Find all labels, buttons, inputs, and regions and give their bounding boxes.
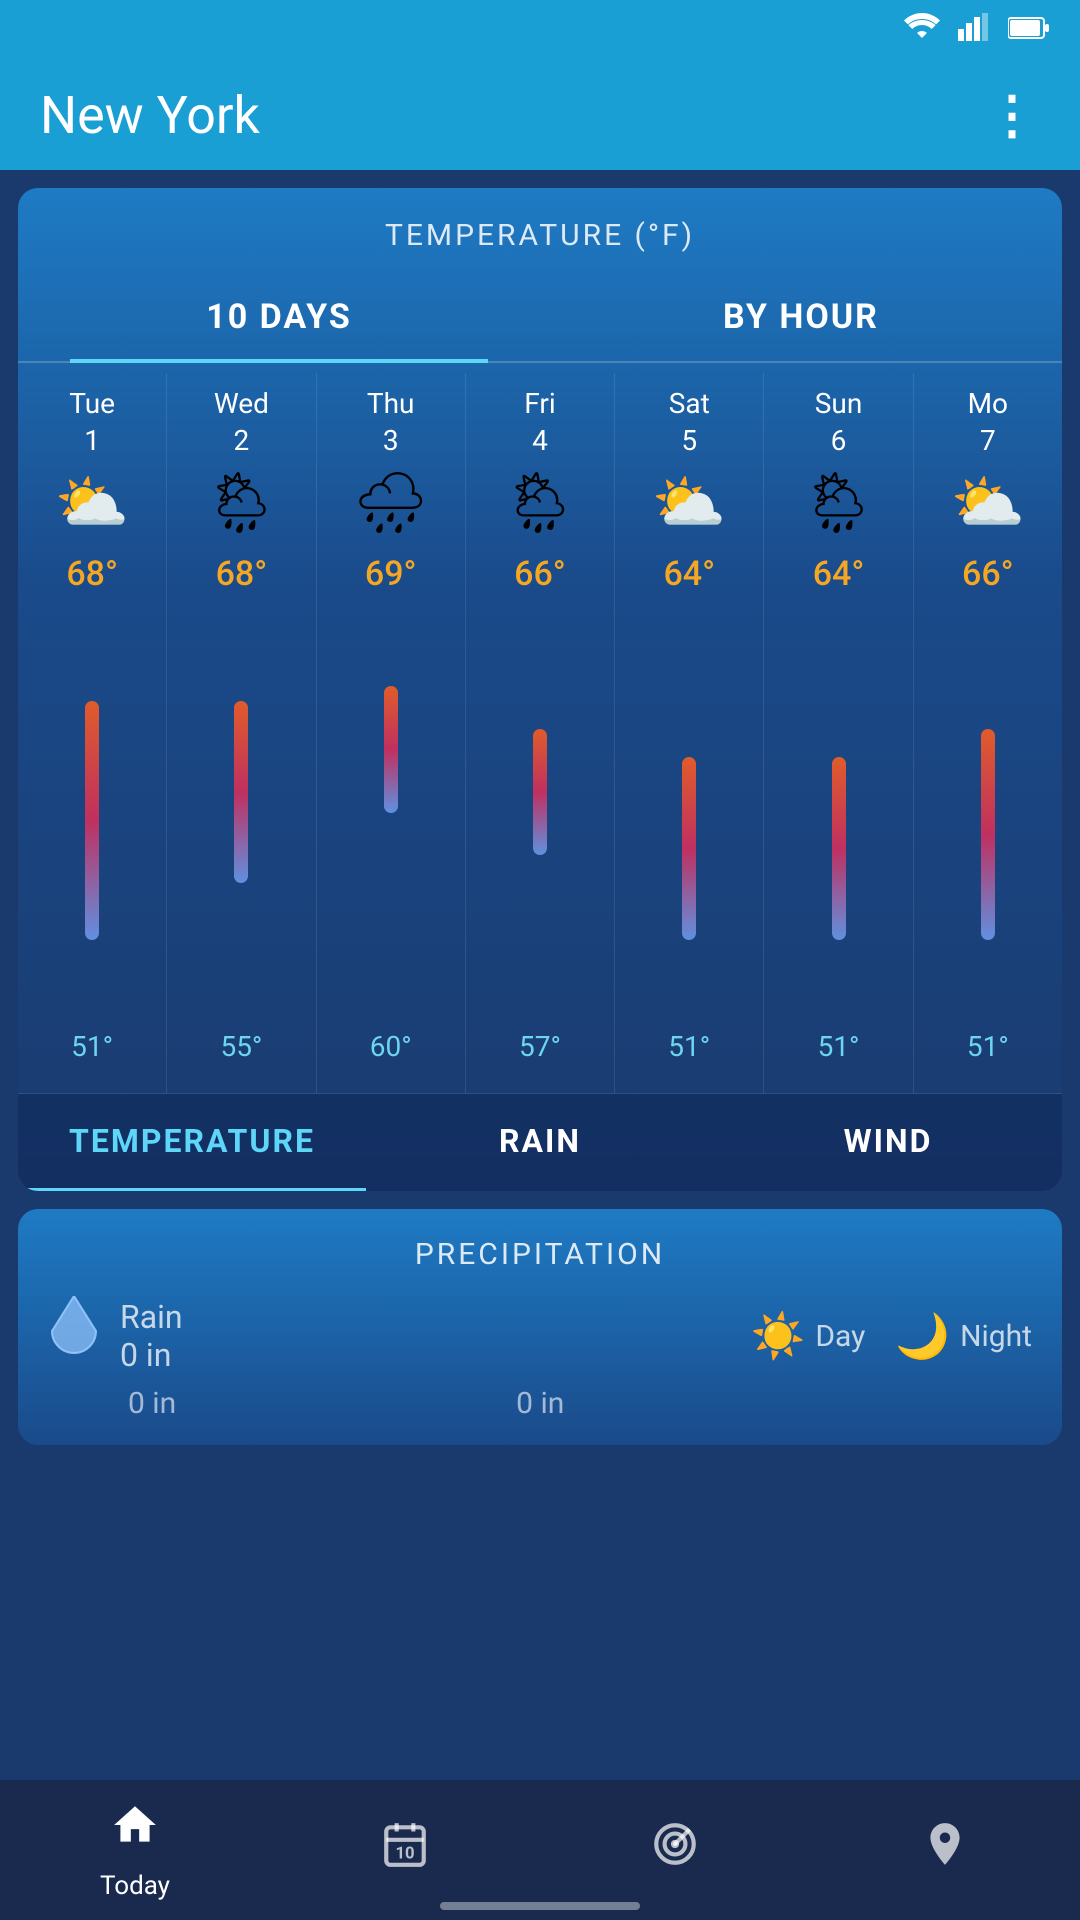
temp-bar-area [317,602,465,1079]
temp-bar-area [764,602,912,1079]
precip-amount: 0 in [120,1336,183,1374]
weather-icon: 🌧 [353,467,429,538]
day-num: 1 [84,424,100,457]
weather-icon: 🌦 [800,467,876,538]
temp-bar-area [167,602,315,1079]
temp-bar-area [914,602,1062,1079]
nav-radar[interactable] [540,1819,810,1882]
day-name: Thu [367,387,415,420]
day-name: Mo [968,387,1008,420]
day-num: 7 [980,424,996,457]
city-title: New York [40,85,260,146]
nav-today-label: Today [100,1871,170,1901]
temp-high: 66° [514,554,566,594]
temp-low: 51° [818,1030,860,1063]
forecast-grid: Tue 1 ⛅ 68° 51° Wed 2 🌦 68° 55° Thu 3 🌧 … [18,363,1062,1093]
day-name: Tue [69,387,115,420]
temp-high: 66° [962,554,1014,594]
home-icon [110,1800,160,1863]
temp-high: 64° [813,554,865,594]
temp-low: 57° [519,1030,561,1063]
temp-bar [832,757,846,940]
forecast-day-sun: Sun 6 🌦 64° 51° [764,373,913,1093]
radar-icon [650,1819,700,1882]
day-name: Sat [669,387,710,420]
weather-icon: ⛅ [55,467,130,538]
status-bar [0,0,1080,60]
precip-title: PRECIPITATION [48,1237,1032,1272]
location-icon [920,1819,970,1882]
temp-bar-area [615,602,763,1079]
day-num: 6 [831,424,847,457]
temp-high: 68° [216,554,268,594]
temp-low: 51° [71,1030,113,1063]
precip-type: Rain [120,1298,183,1336]
day-num: 4 [532,424,548,457]
weather-icon: ⛅ [652,467,727,538]
forecast-day-sat: Sat 5 ⛅ 64° 51° [615,373,764,1093]
weather-icon: 🌦 [203,467,279,538]
forecast-card: TEMPERATURE (°F) 10 DAYS BY HOUR Tue 1 ⛅… [18,188,1062,1191]
day-label: Day [815,1319,865,1354]
temp-low: 60° [370,1030,412,1063]
tab-byhour[interactable]: BY HOUR [540,273,1062,361]
precipitation-section: PRECIPITATION Rain 0 in ☀️ Day 🌙 Night 0… [18,1209,1062,1445]
day-num: 2 [234,424,250,457]
day-num: 3 [383,424,399,457]
temp-bar [682,757,696,940]
metric-tab-rain[interactable]: RAIN [366,1094,714,1191]
temp-low: 51° [967,1030,1009,1063]
temp-high: 64° [663,554,715,594]
temp-high: 68° [66,554,118,594]
metric-tabs: TEMPERATURERAINWIND [18,1093,1062,1191]
battery-icon [1008,14,1050,47]
day-name: Fri [524,387,555,420]
night-label: Night [960,1319,1032,1354]
nav-today[interactable]: Today [0,1800,270,1901]
temp-bar [533,729,547,856]
metric-tab-wind[interactable]: WIND [714,1094,1062,1191]
wifi-icon [904,13,940,48]
home-indicator [440,1902,640,1910]
precip-day-value: 0 in [128,1386,176,1421]
temp-low: 55° [220,1030,262,1063]
weather-icon: ⛅ [950,467,1025,538]
day-name: Sun [815,387,863,420]
forecast-day-fri: Fri 4 🌦 66° 57° [466,373,615,1093]
temp-bar-area [18,602,166,1079]
temp-bar-area [466,602,614,1079]
tab-10days[interactable]: 10 DAYS [18,273,540,361]
nav-location[interactable] [810,1819,1080,1882]
app-bar: New York ⋮ [0,60,1080,170]
day-night-group: ☀️ Day 🌙 Night [751,1310,1032,1362]
precip-row: Rain 0 in ☀️ Day 🌙 Night [48,1296,1032,1376]
rain-icon [48,1296,100,1376]
forecast-day-mo: Mo 7 ⛅ 66° 51° [914,373,1062,1093]
temp-bar [85,701,99,940]
temp-low: 51° [668,1030,710,1063]
day-num: 5 [681,424,697,457]
view-tabs: 10 DAYS BY HOUR [18,273,1062,363]
weather-icon: 🌦 [502,467,578,538]
forecast-day-wed: Wed 2 🌦 68° 55° [167,373,316,1093]
temp-bar [384,686,398,813]
forecast-day-tue: Tue 1 ⛅ 68° 51° [18,373,167,1093]
menu-button[interactable]: ⋮ [986,85,1040,146]
section-title: TEMPERATURE (°F) [18,188,1062,263]
forecast-day-thu: Thu 3 🌧 69° 60° [317,373,466,1093]
day-name: Wed [214,387,269,420]
precip-night-value: 0 in [516,1386,564,1421]
temp-high: 69° [365,554,417,594]
night-moon-icon: 🌙 [895,1310,950,1362]
metric-tab-temperature[interactable]: TEMPERATURE [18,1094,366,1191]
svg-text:10: 10 [395,1844,414,1863]
nav-calendar[interactable]: 10 [270,1819,540,1882]
calendar-icon: 10 [380,1819,430,1882]
temp-bar [234,701,248,884]
temp-bar [981,729,995,940]
day-sun-icon: ☀️ [751,1310,806,1362]
signal-icon [958,13,990,48]
bottom-nav: Today 10 [0,1780,1080,1920]
precip-label-group: Rain 0 in [120,1298,183,1374]
